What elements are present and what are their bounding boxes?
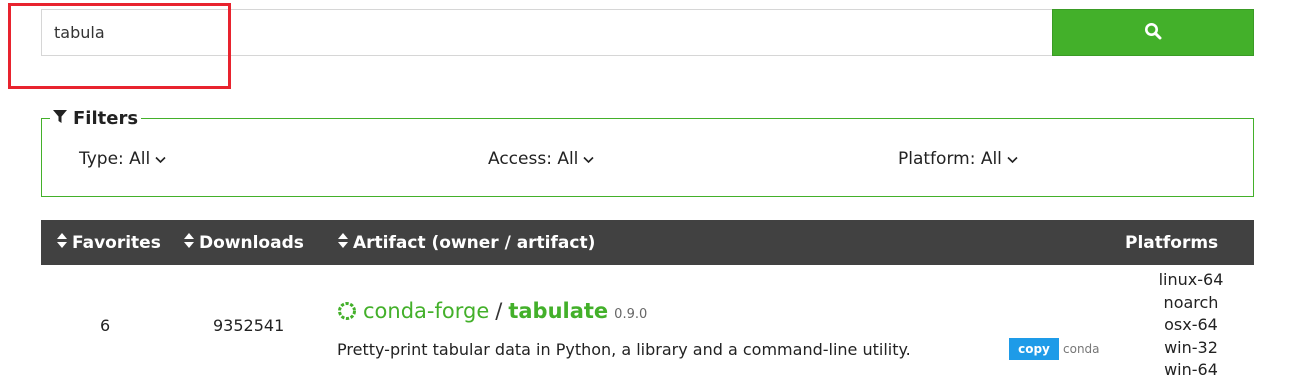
artifact-link[interactable]: tabulate — [508, 299, 608, 323]
platform-item: osx-64 — [1164, 315, 1218, 335]
chevron-down-icon — [1007, 149, 1018, 169]
sort-icon — [57, 232, 67, 253]
downloads-header-label: Downloads — [199, 232, 304, 253]
filter-access-dropdown[interactable]: Access: All — [488, 149, 594, 169]
platform-item: linux-64 — [1158, 270, 1224, 289]
sort-artifact-header[interactable]: Artifact (owner / artifact) — [338, 220, 595, 265]
artifact-description: Pretty-print tabular data in Python, a l… — [337, 340, 911, 359]
platforms-header: Platforms — [1125, 220, 1218, 265]
table-row: 6 9352541 conda-forge / tabulate 0.9.0 P… — [41, 265, 1254, 392]
platforms-list: linux-64 noarch osx-64 win-32 win-64 — [1131, 269, 1251, 382]
favorites-header-label: Favorites — [72, 232, 161, 253]
filters-panel: Filters Type: All Access: All Platform: … — [41, 108, 1254, 197]
platform-item: win-32 — [1164, 337, 1218, 357]
filter-platform-label: Platform: All — [898, 149, 1002, 169]
platform-item: win-64 — [1164, 360, 1218, 380]
search-icon — [1144, 22, 1162, 43]
sort-icon — [184, 232, 194, 253]
search-input[interactable] — [41, 9, 1053, 56]
filter-platform-dropdown[interactable]: Platform: All — [898, 149, 1018, 169]
platforms-header-label: Platforms — [1125, 232, 1219, 253]
filter-access-label: Access: All — [488, 149, 579, 169]
chevron-down-icon — [583, 149, 594, 169]
version-label: 0.9.0 — [614, 307, 648, 322]
sort-downloads-header[interactable]: Downloads — [184, 220, 304, 265]
artifact-header-label: Artifact (owner / artifact) — [353, 232, 596, 253]
copy-button[interactable]: copy — [1009, 338, 1059, 360]
owner-artifact-separator: / — [495, 299, 503, 323]
copy-type-label: conda — [1063, 342, 1100, 356]
filter-type-dropdown[interactable]: Type: All — [79, 149, 166, 169]
sort-favorites-header[interactable]: Favorites — [57, 220, 161, 265]
search-button[interactable] — [1052, 9, 1254, 56]
owner-link[interactable]: conda-forge — [363, 299, 489, 323]
filters-legend-label: Filters — [73, 108, 139, 129]
sort-icon — [338, 232, 348, 253]
filters-legend: Filters — [50, 108, 142, 130]
favorites-count: 6 — [100, 316, 111, 335]
platform-item: noarch — [1163, 292, 1219, 312]
filter-type-label: Type: All — [79, 149, 151, 169]
chevron-down-icon — [155, 149, 166, 169]
filter-icon — [53, 108, 67, 130]
artifact-title: conda-forge / tabulate 0.9.0 — [337, 299, 647, 323]
conda-forge-logo-icon — [337, 301, 357, 321]
downloads-count: 9352541 — [213, 316, 285, 335]
table-header: Favorites Downloads Artifact (owner / ar… — [41, 220, 1254, 265]
